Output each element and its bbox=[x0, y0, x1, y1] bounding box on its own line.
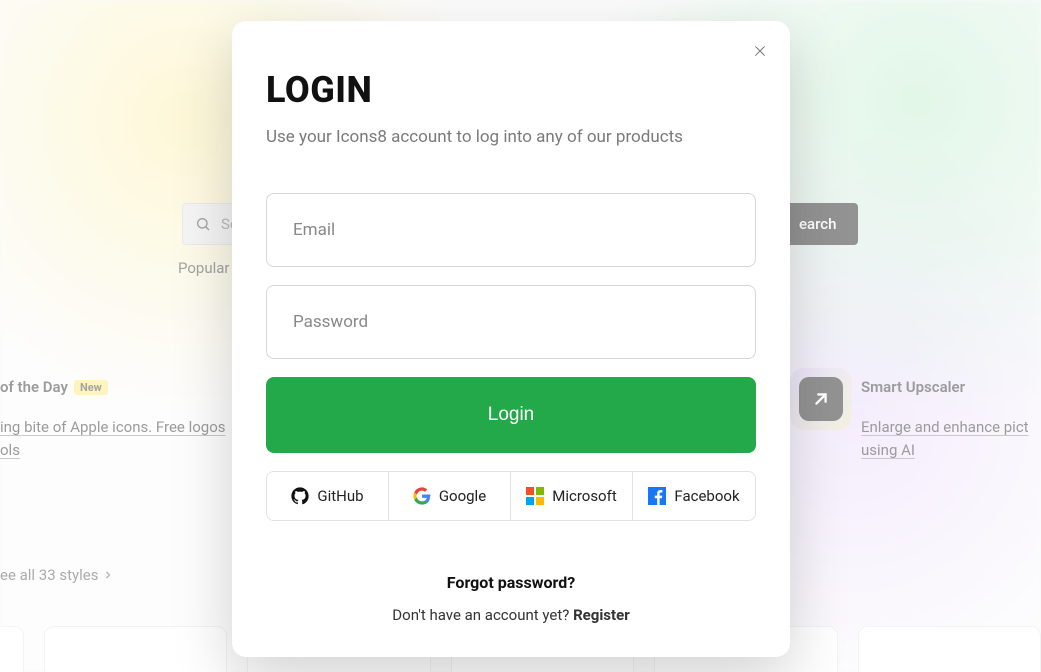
microsoft-login-button[interactable]: Microsoft bbox=[511, 472, 633, 520]
feature-right: Smart Upscaler Enlarge and enhance pict … bbox=[861, 378, 1041, 463]
feature-left-desc[interactable]: ing bite of Apple icons. Free logos ols bbox=[0, 416, 240, 463]
email-field[interactable]: Email bbox=[266, 193, 756, 267]
close-icon bbox=[752, 43, 768, 59]
signup-prompt: Don't have an account yet? Register bbox=[266, 606, 756, 624]
google-login-button[interactable]: Google bbox=[389, 472, 511, 520]
upscaler-tile[interactable] bbox=[790, 368, 852, 430]
popular-label: Popular bbox=[178, 259, 230, 277]
microsoft-label: Microsoft bbox=[552, 487, 617, 505]
feature-right-title: Smart Upscaler bbox=[861, 378, 1041, 396]
github-login-button[interactable]: GitHub bbox=[267, 472, 389, 520]
style-card[interactable] bbox=[44, 626, 228, 672]
feature-right-desc-l1: Enlarge and enhance pict bbox=[861, 418, 1029, 436]
search-button-label: earch bbox=[799, 215, 836, 233]
password-label: Password bbox=[293, 312, 368, 332]
google-icon bbox=[413, 487, 431, 505]
login-modal: LOGIN Use your Icons8 account to log int… bbox=[232, 21, 790, 657]
upscaler-icon bbox=[799, 377, 843, 421]
login-button-label: Login bbox=[488, 404, 535, 425]
new-badge: New bbox=[74, 380, 108, 395]
login-title: LOGIN bbox=[266, 69, 756, 111]
feature-left-title: of the Day New bbox=[0, 378, 240, 396]
feature-left: of the Day New ing bite of Apple icons. … bbox=[0, 378, 240, 463]
facebook-label: Facebook bbox=[674, 487, 739, 505]
google-label: Google bbox=[439, 487, 486, 505]
facebook-icon bbox=[648, 487, 666, 505]
see-all-styles-link[interactable]: ee all 33 styles bbox=[0, 566, 114, 584]
microsoft-icon bbox=[526, 487, 544, 505]
facebook-login-button[interactable]: Facebook bbox=[633, 472, 755, 520]
feature-left-title-text: of the Day bbox=[0, 378, 68, 396]
register-link[interactable]: Register bbox=[573, 606, 630, 624]
close-button[interactable] bbox=[748, 39, 772, 63]
social-login-row: GitHub Google Microsoft Facebook bbox=[266, 471, 756, 521]
see-all-styles-label: ee all 33 styles bbox=[0, 566, 98, 584]
style-card[interactable] bbox=[0, 626, 24, 672]
chevron-right-icon bbox=[102, 569, 114, 581]
search-icon bbox=[195, 216, 211, 232]
email-label: Email bbox=[293, 220, 335, 240]
github-label: GitHub bbox=[317, 487, 363, 505]
github-icon bbox=[291, 487, 309, 505]
password-field[interactable]: Password bbox=[266, 285, 756, 359]
feature-right-desc[interactable]: Enlarge and enhance pict using AI bbox=[861, 416, 1041, 463]
login-subtitle: Use your Icons8 account to log into any … bbox=[266, 127, 756, 147]
login-button[interactable]: Login bbox=[266, 377, 756, 453]
feature-right-desc-l2: using AI bbox=[861, 441, 915, 459]
style-card[interactable] bbox=[858, 626, 1041, 672]
forgot-password-link[interactable]: Forgot password? bbox=[266, 573, 756, 592]
signup-prompt-text: Don't have an account yet? bbox=[392, 606, 573, 624]
feature-left-desc-l1: ing bite of Apple icons. Free logos bbox=[0, 418, 226, 436]
feature-left-desc-l2: ols bbox=[0, 441, 20, 459]
